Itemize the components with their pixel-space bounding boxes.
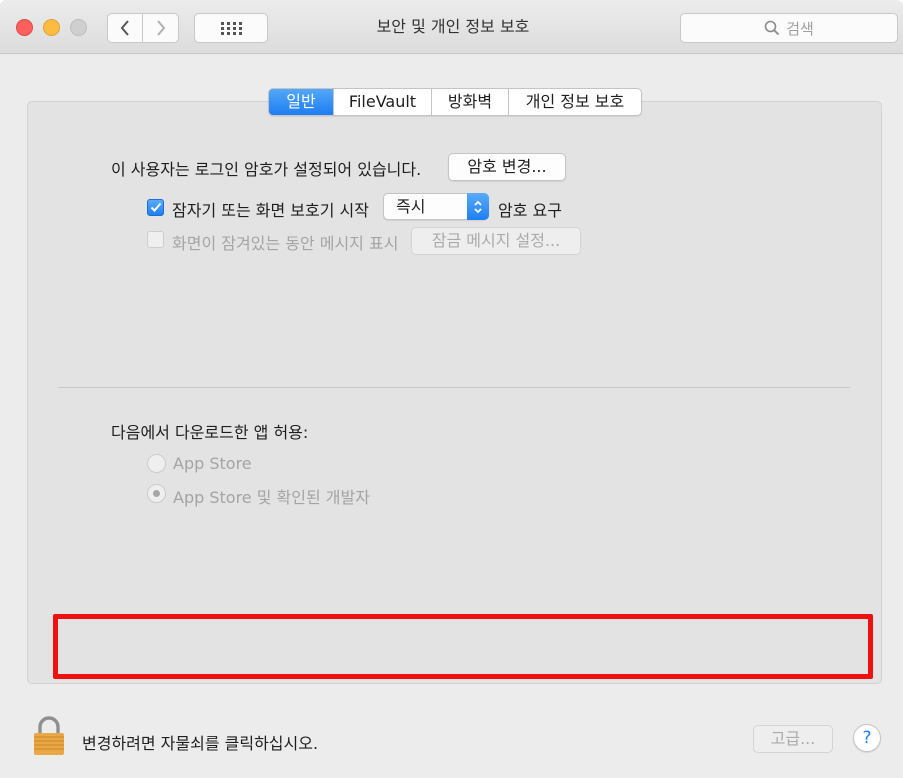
search-field[interactable]: 검색 [680,13,898,43]
chevron-left-icon [120,20,129,36]
chevron-right-icon [156,20,165,36]
radio-app-store-label: App Store [173,454,252,473]
downloads-heading: 다음에서 다운로드한 앱 허용: [111,423,309,442]
tab-general[interactable]: 일반 [269,89,333,115]
tab-filevault[interactable]: FileVault [333,89,431,115]
content-panel [27,101,882,684]
popup-arrows-icon [467,193,489,220]
checkmark-icon [150,202,161,212]
zoom-window-button[interactable] [70,19,87,36]
title-bar: 보안 및 개인 정보 보호 검색 [0,0,903,54]
tab-privacy[interactable]: 개인 정보 보호 [508,89,641,115]
show-all-button[interactable] [194,13,268,43]
lock-instruction-text: 변경하려면 자물쇠를 클릭하십시오. [82,734,319,753]
set-lock-message-button[interactable]: 잠금 메시지 설정... [411,227,581,255]
tab-firewall[interactable]: 방화벽 [431,89,508,115]
grid-icon [221,22,242,35]
advanced-button[interactable]: 고급... [753,725,833,753]
lock-message-label: 화면이 잠겨있는 동안 메시지 표시 [172,234,399,253]
search-placeholder: 검색 [786,19,814,38]
highlight-box [53,614,873,679]
help-button[interactable]: ? [853,724,881,752]
lock-message-checkbox[interactable] [147,231,164,248]
password-delay-popup[interactable]: 즉시 [383,193,489,220]
search-icon [764,20,780,36]
change-password-button[interactable]: 암호 변경... [448,153,566,181]
section-divider [58,387,850,388]
radio-app-store-identified[interactable] [147,484,166,503]
password-delay-value: 즉시 [396,197,426,216]
lock-icon[interactable] [32,716,66,756]
password-status-text: 이 사용자는 로그인 암호가 설정되어 있습니다. [111,160,422,179]
radio-app-store[interactable] [147,454,166,473]
preferences-window: 보안 및 개인 정보 보호 검색 일반 FileVault 방화벽 개인 정보 … [0,0,903,778]
require-password-label: 잠자기 또는 화면 보호기 시작 [172,201,369,220]
radio-selected-dot [153,490,160,497]
window-title: 보안 및 개인 정보 보호 [376,17,530,36]
close-window-button[interactable] [16,19,33,36]
require-password-suffix: 암호 요구 [498,201,562,220]
require-password-checkbox[interactable] [147,199,164,216]
radio-app-store-identified-label: App Store 및 확인된 개발자 [173,488,370,507]
forward-button[interactable] [143,13,179,43]
back-button[interactable] [107,13,143,43]
tab-bar: 일반 FileVault 방화벽 개인 정보 보호 [268,88,642,116]
minimize-window-button[interactable] [43,19,60,36]
